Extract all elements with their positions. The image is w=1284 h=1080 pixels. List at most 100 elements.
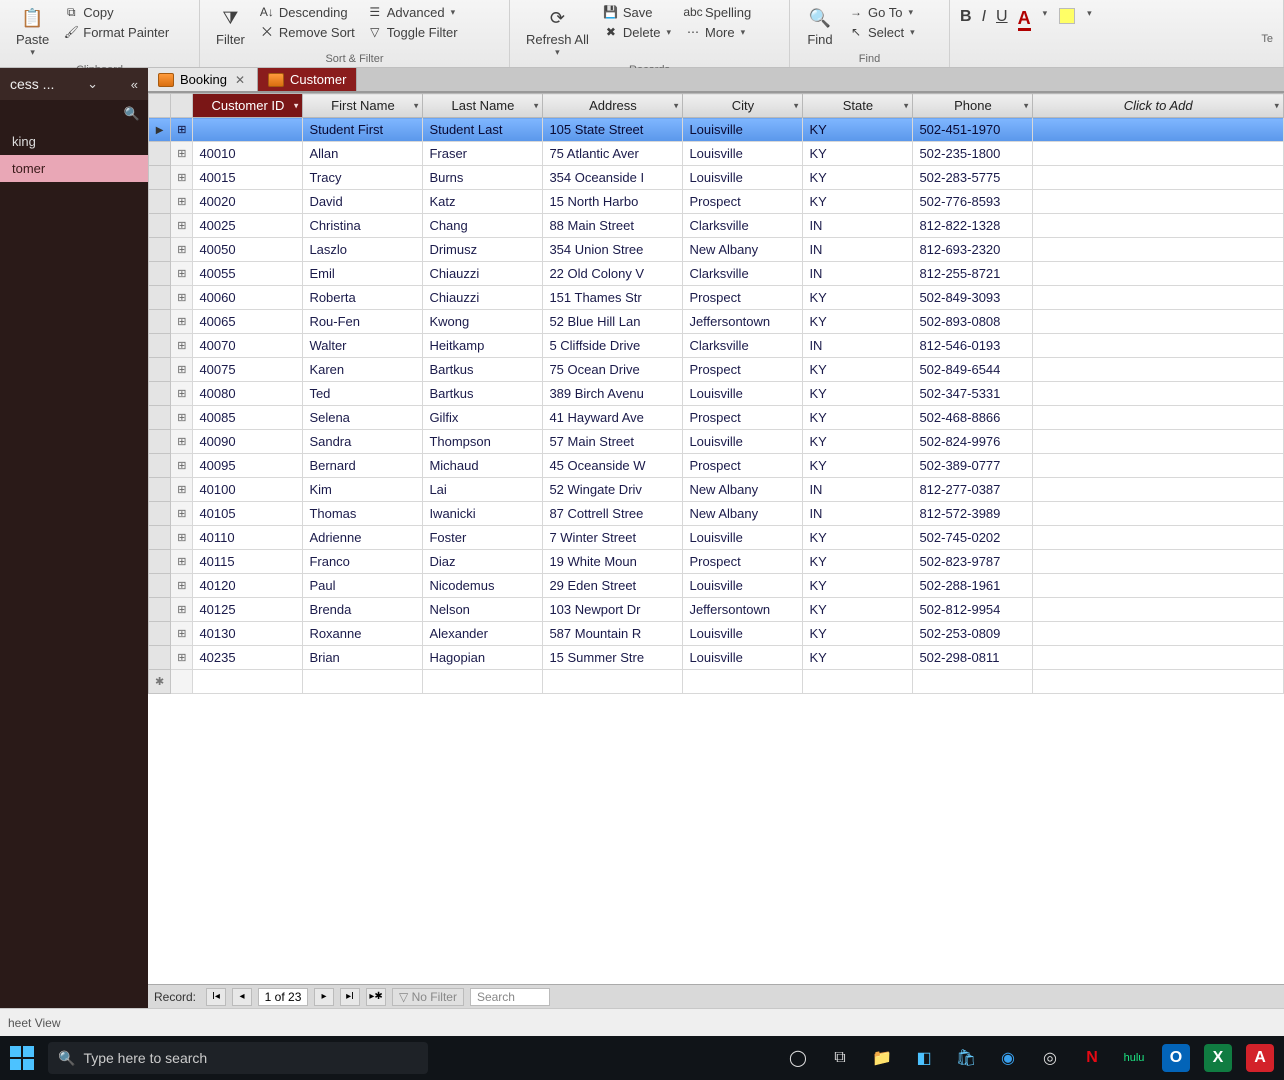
table-row[interactable]: ⊞40115FrancoDiaz19 White MounProspectKY5… bbox=[149, 550, 1284, 574]
cell-empty[interactable] bbox=[1033, 478, 1284, 502]
cell-phone[interactable]: 502-298-0811 bbox=[913, 646, 1033, 670]
row-selector[interactable] bbox=[149, 238, 171, 262]
cell-state[interactable]: KY bbox=[803, 574, 913, 598]
nav-search[interactable]: 🔍 bbox=[0, 100, 148, 128]
cell-state[interactable]: KY bbox=[803, 550, 913, 574]
new-record-row[interactable] bbox=[149, 670, 1284, 694]
cell-city[interactable]: Louisville bbox=[683, 166, 803, 190]
cell-empty[interactable] bbox=[1033, 526, 1284, 550]
no-filter-indicator[interactable]: ▽ No Filter bbox=[392, 988, 464, 1006]
expand-icon[interactable]: ⊞ bbox=[171, 478, 193, 502]
cell-city[interactable]: Louisville bbox=[683, 382, 803, 406]
row-selector[interactable] bbox=[149, 262, 171, 286]
cell-first-name[interactable]: Brenda bbox=[303, 598, 423, 622]
cell-empty[interactable] bbox=[1033, 550, 1284, 574]
excel-icon[interactable]: X bbox=[1204, 1044, 1232, 1072]
cell-empty[interactable] bbox=[1033, 406, 1284, 430]
cell-empty[interactable] bbox=[1033, 358, 1284, 382]
cell-address[interactable]: 105 State Street bbox=[543, 118, 683, 142]
expand-icon[interactable]: ⊞ bbox=[171, 118, 193, 142]
record-position-input[interactable] bbox=[258, 988, 308, 1006]
cell-state[interactable]: KY bbox=[803, 118, 913, 142]
cell-address[interactable]: 15 North Harbo bbox=[543, 190, 683, 214]
expand-icon[interactable]: ⊞ bbox=[171, 598, 193, 622]
cell-state[interactable]: KY bbox=[803, 166, 913, 190]
col-city[interactable]: City▾ bbox=[683, 94, 803, 118]
cell-city[interactable]: Louisville bbox=[683, 142, 803, 166]
netflix-icon[interactable]: N bbox=[1078, 1044, 1106, 1072]
row-selector[interactable] bbox=[149, 118, 171, 142]
chevron-down-icon[interactable]: ▾ bbox=[1024, 100, 1029, 111]
cell-address[interactable]: 22 Old Colony V bbox=[543, 262, 683, 286]
col-state[interactable]: State▾ bbox=[803, 94, 913, 118]
goto-button[interactable]: →Go To▾ bbox=[844, 2, 921, 22]
expand-icon[interactable]: ⊞ bbox=[171, 454, 193, 478]
row-selector[interactable] bbox=[149, 670, 171, 694]
cell-empty[interactable] bbox=[1033, 262, 1284, 286]
expand-icon[interactable]: ⊞ bbox=[171, 502, 193, 526]
expand-icon[interactable]: ⊞ bbox=[171, 550, 193, 574]
collapse-icon[interactable]: « bbox=[131, 77, 138, 92]
cell-city[interactable]: Clarksville bbox=[683, 262, 803, 286]
nav-item-customer[interactable]: tomer bbox=[0, 155, 148, 182]
chrome-icon[interactable]: ◎ bbox=[1036, 1044, 1064, 1072]
cell-empty[interactable] bbox=[1033, 502, 1284, 526]
cell-address[interactable]: 29 Eden Street bbox=[543, 574, 683, 598]
cell-city[interactable]: Louisville bbox=[683, 430, 803, 454]
expand-icon[interactable]: ⊞ bbox=[171, 214, 193, 238]
cell-id[interactable]: 40110 bbox=[193, 526, 303, 550]
cell-address[interactable]: 587 Mountain R bbox=[543, 622, 683, 646]
cell-last-name[interactable]: Michaud bbox=[423, 454, 543, 478]
cell-first-name[interactable]: Bernard bbox=[303, 454, 423, 478]
row-selector[interactable] bbox=[149, 502, 171, 526]
expand-icon[interactable]: ⊞ bbox=[171, 190, 193, 214]
refresh-all-button[interactable]: ⟳Refresh All▾ bbox=[520, 2, 595, 60]
row-selector[interactable] bbox=[149, 142, 171, 166]
start-button[interactable] bbox=[10, 1046, 34, 1070]
cell-phone[interactable]: 812-572-3989 bbox=[913, 502, 1033, 526]
cell-last-name[interactable]: Student Last bbox=[423, 118, 543, 142]
cell-id[interactable]: 40100 bbox=[193, 478, 303, 502]
cell-city[interactable]: Prospect bbox=[683, 190, 803, 214]
cell-phone[interactable]: 812-255-8721 bbox=[913, 262, 1033, 286]
expand-icon[interactable]: ⊞ bbox=[171, 166, 193, 190]
cell-first-name[interactable]: Laszlo bbox=[303, 238, 423, 262]
cell-city[interactable]: Jeffersontown bbox=[683, 598, 803, 622]
toggle-filter-button[interactable]: ▽Toggle Filter bbox=[363, 22, 462, 42]
cell-city[interactable]: New Albany bbox=[683, 502, 803, 526]
expand-icon[interactable]: ⊞ bbox=[171, 334, 193, 358]
cell-phone[interactable]: 502-776-8593 bbox=[913, 190, 1033, 214]
chevron-down-icon[interactable]: ▾ bbox=[794, 100, 799, 111]
cell-city[interactable]: Prospect bbox=[683, 550, 803, 574]
spelling-button[interactable]: abcSpelling bbox=[681, 2, 755, 22]
cell-phone[interactable]: 502-451-1970 bbox=[913, 118, 1033, 142]
cell-city[interactable]: Louisville bbox=[683, 646, 803, 670]
paste-button[interactable]: 📋 Paste ▾ bbox=[10, 2, 55, 60]
cell-city[interactable]: Jeffersontown bbox=[683, 310, 803, 334]
cell-id[interactable]: 40105 bbox=[193, 502, 303, 526]
font-color-button[interactable]: A bbox=[1018, 8, 1031, 29]
row-selector[interactable] bbox=[149, 286, 171, 310]
cell-city[interactable]: Clarksville bbox=[683, 334, 803, 358]
cell-first-name[interactable]: Roxanne bbox=[303, 622, 423, 646]
cell-address[interactable]: 87 Cottrell Stree bbox=[543, 502, 683, 526]
cell-state[interactable]: KY bbox=[803, 142, 913, 166]
cell-id[interactable]: 40095 bbox=[193, 454, 303, 478]
cell-address[interactable]: 75 Atlantic Aver bbox=[543, 142, 683, 166]
cell-last-name[interactable]: Chiauzzi bbox=[423, 286, 543, 310]
col-customer-id[interactable]: Customer ID▾ bbox=[193, 94, 303, 118]
cell-empty[interactable] bbox=[1033, 454, 1284, 478]
cell-first-name[interactable]: Adrienne bbox=[303, 526, 423, 550]
cell-empty[interactable] bbox=[1033, 382, 1284, 406]
cell-city[interactable]: Prospect bbox=[683, 406, 803, 430]
cell-address[interactable]: 7 Winter Street bbox=[543, 526, 683, 550]
cell-first-name[interactable]: Student First bbox=[303, 118, 423, 142]
underline-button[interactable]: U bbox=[996, 8, 1008, 26]
cell-address[interactable]: 57 Main Street bbox=[543, 430, 683, 454]
cell-first-name[interactable]: Paul bbox=[303, 574, 423, 598]
find-button[interactable]: 🔍Find bbox=[800, 2, 840, 49]
row-selector[interactable] bbox=[149, 358, 171, 382]
table-row[interactable]: ⊞40110AdrienneFoster7 Winter StreetLouis… bbox=[149, 526, 1284, 550]
cell-city[interactable]: Prospect bbox=[683, 454, 803, 478]
record-search-box[interactable]: Search bbox=[470, 988, 550, 1006]
